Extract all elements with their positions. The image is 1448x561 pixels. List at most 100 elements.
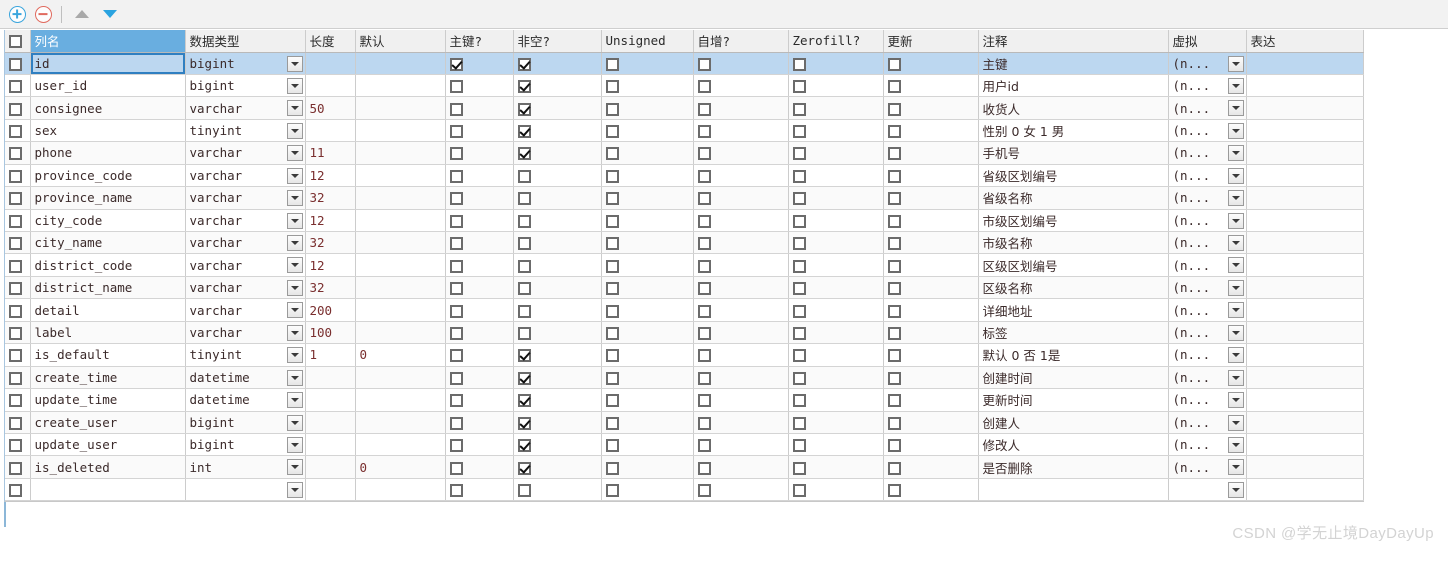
- virtual-dropdown-button[interactable]: [1227, 55, 1244, 72]
- zerofill-checkbox[interactable]: [792, 169, 806, 183]
- cell-zerofill[interactable]: [788, 411, 884, 434]
- cell-comment[interactable]: [978, 478, 1169, 502]
- cell-column-name[interactable]: district_name: [30, 276, 186, 300]
- cell-unsigned[interactable]: [601, 411, 694, 434]
- cell-not-null[interactable]: [513, 74, 602, 98]
- cell-data-type[interactable]: datetime: [185, 388, 306, 412]
- header-unsigned[interactable]: Unsigned: [601, 30, 694, 53]
- cell-data-type[interactable]: [185, 478, 306, 502]
- row-select-cell[interactable]: [5, 366, 31, 390]
- update-checkbox[interactable]: [887, 371, 901, 385]
- row-select-cell[interactable]: [5, 141, 31, 165]
- cell-comment[interactable]: 区级名称: [978, 276, 1169, 300]
- cell-expression[interactable]: [1246, 455, 1364, 479]
- cell-unsigned[interactable]: [601, 478, 694, 502]
- cell-virtual[interactable]: (n...: [1168, 231, 1247, 255]
- primary-key-checkbox[interactable]: [449, 259, 463, 273]
- unsigned-checkbox[interactable]: [605, 371, 619, 385]
- cell-comment[interactable]: 创建人: [978, 411, 1169, 434]
- zerofill-checkbox[interactable]: [792, 57, 806, 71]
- cell-not-null[interactable]: [513, 276, 602, 300]
- cell-zerofill[interactable]: [788, 455, 884, 479]
- cell-not-null[interactable]: [513, 433, 602, 457]
- cell-default[interactable]: [355, 209, 446, 233]
- primary-key-checkbox[interactable]: [449, 80, 463, 94]
- cell-length[interactable]: 12: [305, 164, 356, 188]
- data-type-dropdown-button[interactable]: [286, 459, 303, 476]
- cell-primary-key[interactable]: [445, 433, 514, 457]
- cell-column-name[interactable]: [30, 478, 186, 502]
- unsigned-checkbox[interactable]: [605, 169, 619, 183]
- cell-comment[interactable]: 省级区划编号: [978, 164, 1169, 188]
- update-checkbox[interactable]: [887, 349, 901, 363]
- row-select-cell[interactable]: [5, 276, 31, 300]
- cell-virtual[interactable]: (n...: [1168, 209, 1247, 233]
- cell-virtual[interactable]: (n...: [1168, 366, 1247, 390]
- cell-virtual[interactable]: (n...: [1168, 74, 1247, 98]
- auto-increment-checkbox[interactable]: [697, 80, 711, 94]
- auto-increment-checkbox[interactable]: [697, 192, 711, 206]
- virtual-dropdown-button[interactable]: [1227, 459, 1244, 476]
- cell-data-type[interactable]: bigint: [185, 74, 306, 98]
- zerofill-checkbox[interactable]: [792, 192, 806, 206]
- cell-auto-increment[interactable]: [693, 119, 789, 143]
- cell-primary-key[interactable]: [445, 119, 514, 143]
- not-null-checkbox[interactable]: [517, 304, 531, 318]
- not-null-checkbox[interactable]: [517, 147, 531, 161]
- cell-default[interactable]: [355, 298, 446, 322]
- cell-length[interactable]: [305, 119, 356, 143]
- unsigned-checkbox[interactable]: [605, 326, 619, 340]
- cell-zerofill[interactable]: [788, 388, 884, 412]
- zerofill-checkbox[interactable]: [792, 326, 806, 340]
- data-type-dropdown-button[interactable]: [286, 347, 303, 364]
- table-row[interactable]: create_user bigint 创建人 (n...: [5, 411, 1364, 434]
- row-select-checkbox[interactable]: [9, 125, 22, 139]
- cell-zerofill[interactable]: [788, 119, 884, 143]
- update-checkbox[interactable]: [887, 282, 901, 296]
- unsigned-checkbox[interactable]: [605, 80, 619, 94]
- auto-increment-checkbox[interactable]: [697, 147, 711, 161]
- cell-length[interactable]: [305, 52, 356, 75]
- cell-column-name[interactable]: phone: [30, 141, 186, 165]
- primary-key-checkbox[interactable]: [449, 394, 463, 408]
- unsigned-checkbox[interactable]: [605, 349, 619, 363]
- auto-increment-checkbox[interactable]: [697, 259, 711, 273]
- cell-unsigned[interactable]: [601, 253, 694, 277]
- cell-column-name[interactable]: city_code: [30, 209, 186, 233]
- cell-unsigned[interactable]: [601, 96, 694, 120]
- primary-key-checkbox[interactable]: [449, 326, 463, 340]
- cell-zerofill[interactable]: [788, 231, 884, 255]
- table-row[interactable]: phone varchar 11 手机号 (n...: [5, 141, 1364, 165]
- cell-column-name[interactable]: province_name: [30, 186, 186, 210]
- not-null-checkbox[interactable]: [517, 102, 531, 116]
- cell-primary-key[interactable]: [445, 298, 514, 322]
- cell-auto-increment[interactable]: [693, 321, 789, 345]
- cell-zerofill[interactable]: [788, 433, 884, 457]
- cell-auto-increment[interactable]: [693, 74, 789, 98]
- table-row[interactable]: create_time datetime 创建时间 (n...: [5, 366, 1364, 390]
- row-select-cell[interactable]: [5, 298, 31, 322]
- cell-comment[interactable]: 手机号: [978, 141, 1169, 165]
- table-row[interactable]: province_name varchar 32 省级名称 (n...: [5, 186, 1364, 210]
- cell-not-null[interactable]: [513, 253, 602, 277]
- cell-default[interactable]: [355, 366, 446, 390]
- cell-auto-increment[interactable]: [693, 253, 789, 277]
- cell-expression[interactable]: [1246, 231, 1364, 255]
- table-row[interactable]: is_deleted int 0 是否删除 (n...: [5, 455, 1364, 479]
- cell-data-type[interactable]: varchar: [185, 141, 306, 165]
- cell-update[interactable]: [883, 253, 979, 277]
- cell-column-name[interactable]: label: [30, 321, 186, 345]
- cell-column-name[interactable]: id: [30, 52, 186, 75]
- cell-data-type[interactable]: tinyint: [185, 343, 306, 367]
- cell-expression[interactable]: [1246, 141, 1364, 165]
- unsigned-checkbox[interactable]: [605, 214, 619, 228]
- header-select-all[interactable]: [5, 30, 31, 53]
- table-row[interactable]: id bigint 主键 (n...: [5, 52, 1364, 75]
- data-type-dropdown-button[interactable]: [286, 369, 303, 386]
- virtual-dropdown-button[interactable]: [1227, 436, 1244, 453]
- cell-auto-increment[interactable]: [693, 209, 789, 233]
- virtual-dropdown-button[interactable]: [1227, 122, 1244, 139]
- cell-data-type[interactable]: varchar: [185, 231, 306, 255]
- cell-default[interactable]: [355, 96, 446, 120]
- table-row[interactable]: label varchar 100 标签 (n...: [5, 321, 1364, 345]
